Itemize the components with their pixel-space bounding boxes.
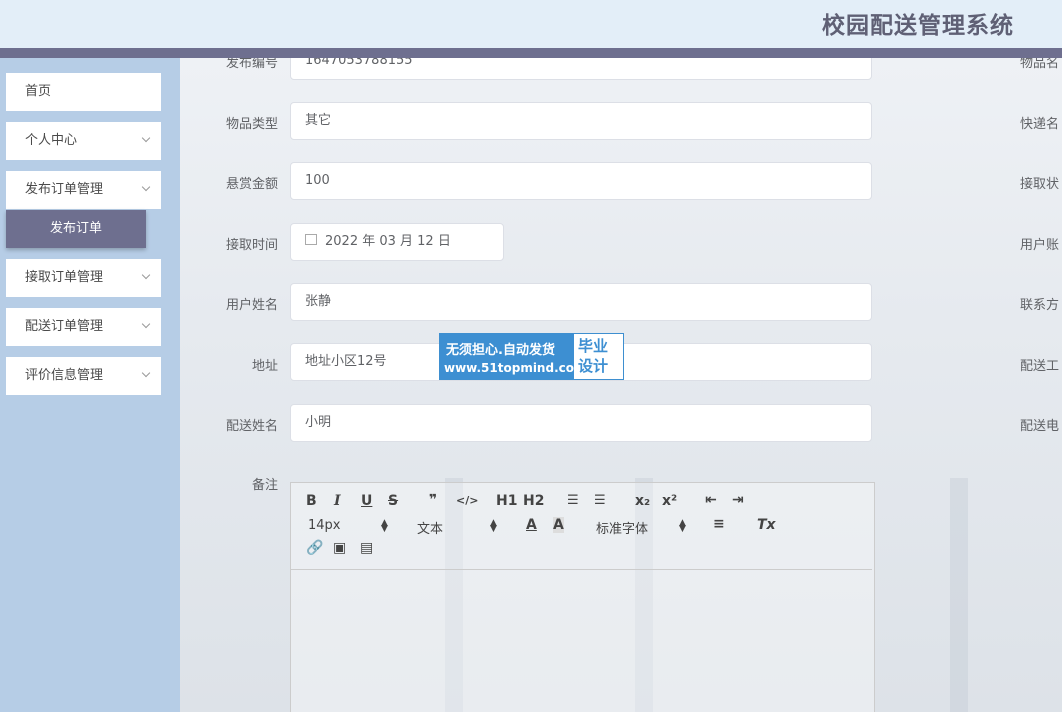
rich-text-editor[interactable]: B I U S ❞ </> H1 H2 ☰ ☰ x₂ x² ⇤ ⇥ 14px ▲… [290, 482, 875, 712]
font-family-select[interactable]: 标准字体 [596, 518, 648, 537]
field-label-right: 接取状 [1020, 177, 1060, 192]
bold-button[interactable]: B [306, 493, 317, 509]
sidebar-item-personal-center[interactable]: 个人中心 [6, 122, 161, 160]
block-format-select[interactable]: 文本 [417, 518, 443, 537]
remark-label: 备注 [251, 478, 278, 493]
item-type-input[interactable]: 其它 [290, 102, 872, 140]
h2-button[interactable]: H2 [523, 493, 544, 509]
field-label: 地址 [251, 359, 278, 374]
field-label: 接取时间 [225, 238, 278, 253]
field-label-right: 联系方 [1020, 298, 1060, 313]
field-label-right: 配送电 [1020, 419, 1060, 434]
watermark-left: 无须担心.自动发货 www.51topmind.com [440, 334, 587, 379]
sidebar-item-label: 发布订单管理 [25, 182, 104, 197]
video-icon[interactable]: ▤ [360, 540, 373, 556]
field-label: 悬赏金额 [225, 177, 278, 192]
indent-icon[interactable]: ⇥ [732, 492, 744, 508]
watermark-line1: 无须担心.自动发货 [446, 343, 555, 358]
chevron-down-icon [141, 270, 151, 280]
field-label: 用户姓名 [225, 298, 278, 313]
chevron-down-icon [141, 182, 151, 192]
watermark-right2: 设计 [578, 357, 609, 375]
sidebar-item-publish-order-management[interactable]: 发布订单管理 [6, 171, 161, 209]
italic-button[interactable]: I [334, 493, 341, 509]
ordered-list-icon[interactable]: ☰ [567, 493, 579, 508]
select-arrows-icon: ▲ ▼ [381, 518, 388, 534]
field-label-right: 快递名 [1020, 117, 1060, 132]
sidebar-item-delivery-order-management[interactable]: 配送订单管理 [6, 308, 161, 346]
sidebar-item-label: 首页 [25, 84, 52, 99]
strikethrough-button[interactable]: S [388, 493, 398, 509]
outdent-icon[interactable]: ⇤ [705, 492, 717, 508]
underline-button[interactable]: U [361, 493, 372, 509]
publish-number-input[interactable]: 1647053788155 [290, 58, 872, 80]
select-arrows-icon: ▲ ▼ [490, 518, 497, 534]
watermark-right1: 毕业 [578, 337, 609, 355]
pickup-time-input[interactable]: 2022 年 03 月 12 日 [290, 223, 504, 261]
font-size-select[interactable]: 14px [308, 518, 341, 533]
chevron-down-icon [141, 319, 151, 329]
sidebar-item-label: 个人中心 [25, 133, 78, 148]
link-icon[interactable]: 🔗 [306, 540, 323, 556]
align-button[interactable]: ≡ [713, 516, 725, 532]
sidebar-item-home[interactable]: 首页 [6, 73, 161, 111]
select-arrows-icon: ▲ ▼ [679, 518, 686, 534]
editor-toolbar: B I U S ❞ </> H1 H2 ☰ ☰ x₂ x² ⇤ ⇥ 14px ▲… [291, 483, 872, 570]
watermark-right: 毕业 设计 [578, 336, 608, 376]
sidebar-item-label: 接取订单管理 [25, 270, 104, 285]
chevron-down-icon [141, 133, 151, 143]
field-label: 发布编号 [225, 58, 278, 71]
color-icon[interactable]: A [526, 517, 537, 533]
subscript-button[interactable]: x₂ [635, 493, 650, 509]
field-label-right: 物品名 [1020, 58, 1060, 71]
field-label-right: 用户账 [1020, 238, 1060, 253]
image-icon[interactable]: ▣ [333, 540, 346, 556]
header-divider [0, 48, 1062, 58]
bullet-list-icon[interactable]: ☰ [594, 493, 606, 508]
chevron-down-icon [141, 368, 151, 378]
superscript-button[interactable]: x² [662, 493, 677, 509]
background-decoration [950, 478, 968, 712]
sidebar-item-review-management[interactable]: 评价信息管理 [6, 357, 161, 395]
delivery-name-input[interactable]: 小明 [290, 404, 872, 442]
sidebar-subitem-publish-order[interactable]: 发布订单 [6, 210, 146, 248]
field-label-right: 配送工 [1020, 359, 1060, 374]
watermark-line2: www.51topmind.com [444, 361, 587, 375]
field-label: 配送姓名 [225, 419, 278, 434]
quote-button[interactable]: ❞ [429, 492, 437, 508]
reward-amount-input[interactable]: 100 [290, 162, 872, 200]
user-name-input[interactable]: 张静 [290, 283, 872, 321]
sidebar-item-label: 配送订单管理 [25, 319, 104, 334]
code-button[interactable]: </> [456, 494, 478, 507]
sidebar-item-accept-order-management[interactable]: 接取订单管理 [6, 259, 161, 297]
field-label: 物品类型 [225, 117, 278, 132]
calendar-icon [305, 234, 317, 245]
main-content: 发布编号 1647053788155 物品类型 其它 悬赏金额 100 接取时间… [180, 58, 1062, 712]
pickup-time-value: 2022 年 03 月 12 日 [325, 234, 451, 249]
header: 校园配送管理系统 [0, 0, 1062, 48]
app-title: 校园配送管理系统 [822, 13, 1014, 39]
clear-format-button[interactable]: Tx [757, 517, 776, 533]
watermark-badge: 无须担心.自动发货 www.51topmind.com 毕业 设计 [439, 333, 624, 380]
h1-button[interactable]: H1 [496, 493, 517, 509]
background-icon[interactable]: A [553, 517, 564, 533]
sidebar-item-label: 评价信息管理 [25, 368, 104, 383]
